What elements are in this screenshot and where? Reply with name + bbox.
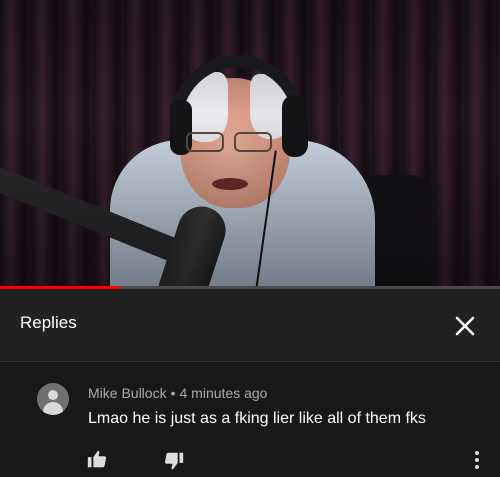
more-vert-icon[interactable] xyxy=(470,448,484,472)
video-player[interactable] xyxy=(0,0,500,286)
video-shade xyxy=(0,0,500,286)
comment-author[interactable]: Mike Bullock xyxy=(88,385,167,401)
close-icon[interactable] xyxy=(448,309,482,343)
replies-title: Replies xyxy=(20,313,77,332)
meta-separator: • xyxy=(170,385,176,401)
default-avatar-icon[interactable] xyxy=(37,383,69,415)
comment-time: 4 minutes ago xyxy=(179,385,268,401)
comment-text: Lmao he is just as a fking lier like all… xyxy=(88,410,426,427)
thumbs-down-icon[interactable] xyxy=(163,450,185,472)
comment-meta: Mike Bullock • 4 minutes ago xyxy=(88,385,267,401)
reply-comment: Mike Bullock • 4 minutes ago Lmao he is ju… xyxy=(0,362,500,477)
replies-header: Replies xyxy=(0,289,500,361)
thumbs-up-icon[interactable] xyxy=(86,448,108,470)
